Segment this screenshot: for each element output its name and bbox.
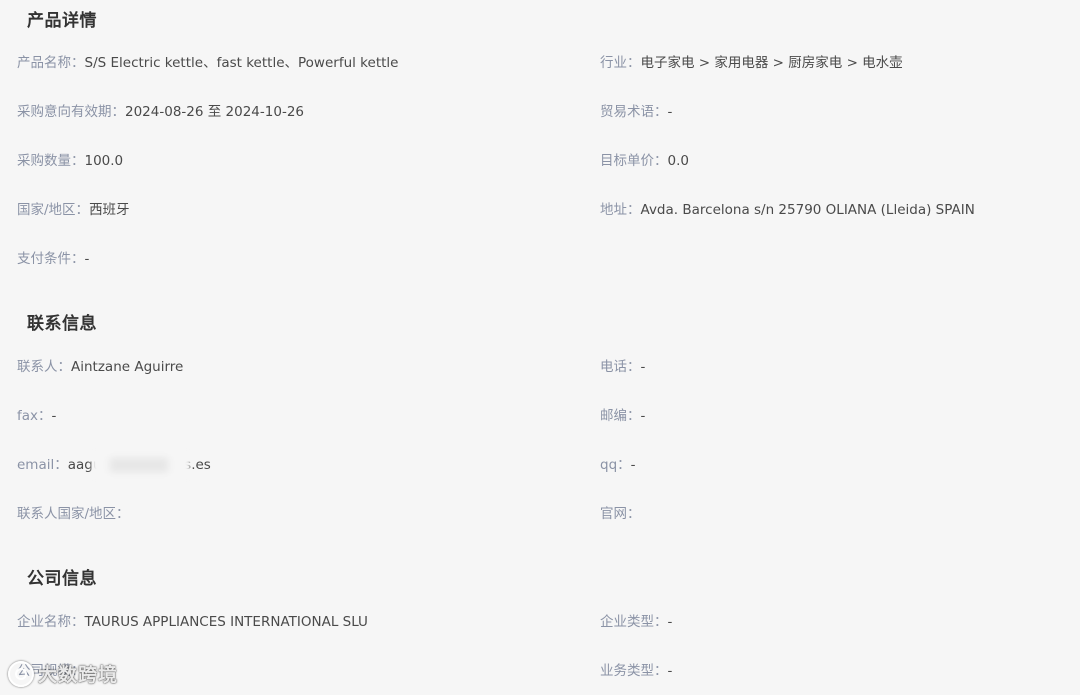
field-label: 邮编： — [600, 408, 641, 424]
field-label: 产品名称： — [17, 55, 85, 71]
field-label: 贸易术语： — [600, 104, 668, 120]
field-industry: 行业：电子家电 > 家用电器 > 厨房家电 > 电水壶 — [600, 54, 903, 72]
field-label: fax： — [17, 408, 52, 424]
field-contact-person: 联系人：Aintzane Aguirre — [17, 358, 183, 376]
field-label: 国家/地区： — [17, 202, 90, 218]
field-label: 电话： — [600, 359, 641, 375]
field-value: TAURUS APPLIANCES INTERNATIONAL SLU — [84, 614, 368, 630]
field-value: - — [84, 251, 90, 267]
field-label: 企业名称： — [17, 614, 85, 630]
field-value: - — [667, 663, 673, 679]
field-label: 官网： — [600, 506, 641, 522]
field-label: 行业： — [600, 55, 641, 71]
field-value: S/S Electric kettle、fast kettle、Powerful… — [84, 55, 399, 71]
field-country: 国家/地区：西班牙 — [17, 201, 130, 219]
field-address: 地址：Avda. Barcelona s/n 25790 OLIANA (Lle… — [600, 201, 975, 219]
section-title-product: 产品详情 — [27, 11, 97, 31]
field-label: 业务类型： — [600, 663, 668, 679]
field-value: 100.0 — [84, 153, 124, 169]
field-phone: 电话：- — [600, 358, 645, 376]
field-label: 支付条件： — [17, 251, 85, 267]
field-trade-terms: 贸易术语：- — [600, 103, 672, 121]
field-value: - — [51, 408, 57, 424]
field-value: - — [667, 104, 673, 120]
field-company-type: 企业类型：- — [600, 613, 672, 631]
field-quantity: 采购数量：100.0 — [17, 152, 123, 170]
redaction-mask — [92, 452, 190, 478]
field-value: - — [667, 614, 673, 630]
field-label: qq： — [600, 457, 631, 473]
section-title-company: 公司信息 — [27, 569, 97, 589]
watermark-logo-icon — [8, 660, 34, 687]
field-label: 联系人： — [17, 359, 71, 375]
field-label: 联系人国家/地区： — [17, 506, 130, 522]
field-value: - — [630, 457, 636, 473]
field-value: Aintzane Aguirre — [71, 359, 184, 375]
field-label: 采购数量： — [17, 153, 85, 169]
watermark-text: 大数跨境 — [38, 664, 119, 686]
field-label: email： — [17, 457, 68, 473]
field-value: - — [640, 359, 646, 375]
field-contact-country: 联系人国家/地区： — [17, 505, 130, 523]
field-target-price: 目标单价：0.0 — [600, 152, 689, 170]
field-qq: qq：- — [600, 456, 636, 474]
field-label: 目标单价： — [600, 153, 668, 169]
field-value: 2024-08-26 至 2024-10-26 — [125, 104, 304, 120]
section-title-contact: 联系信息 — [27, 314, 97, 334]
field-value: Avda. Barcelona s/n 25790 OLIANA (Lleida… — [640, 202, 975, 218]
field-company-name: 企业名称：TAURUS APPLIANCES INTERNATIONAL SLU — [17, 613, 368, 631]
field-label: 采购意向有效期： — [17, 104, 125, 120]
field-value: - — [640, 408, 646, 424]
detail-page: 产品详情 产品名称：S/S Electric kettle、fast kettl… — [0, 0, 1080, 695]
field-validity: 采购意向有效期：2024-08-26 至 2024-10-26 — [17, 103, 304, 121]
field-label: 地址： — [600, 202, 641, 218]
field-payment-terms: 支付条件：- — [17, 250, 89, 268]
field-product-name: 产品名称：S/S Electric kettle、fast kettle、Pow… — [17, 54, 398, 72]
field-business-type: 业务类型：- — [600, 662, 672, 680]
field-value: 西班牙 — [89, 202, 130, 218]
field-website: 官网： — [600, 505, 641, 523]
watermark: 大数跨境 — [8, 660, 118, 687]
field-postcode: 邮编：- — [600, 407, 645, 425]
field-value: 电子家电 > 家用电器 > 厨房家电 > 电水壶 — [640, 55, 903, 71]
field-value: 0.0 — [667, 153, 689, 169]
field-label: 企业类型： — [600, 614, 668, 630]
field-fax: fax：- — [17, 407, 56, 425]
